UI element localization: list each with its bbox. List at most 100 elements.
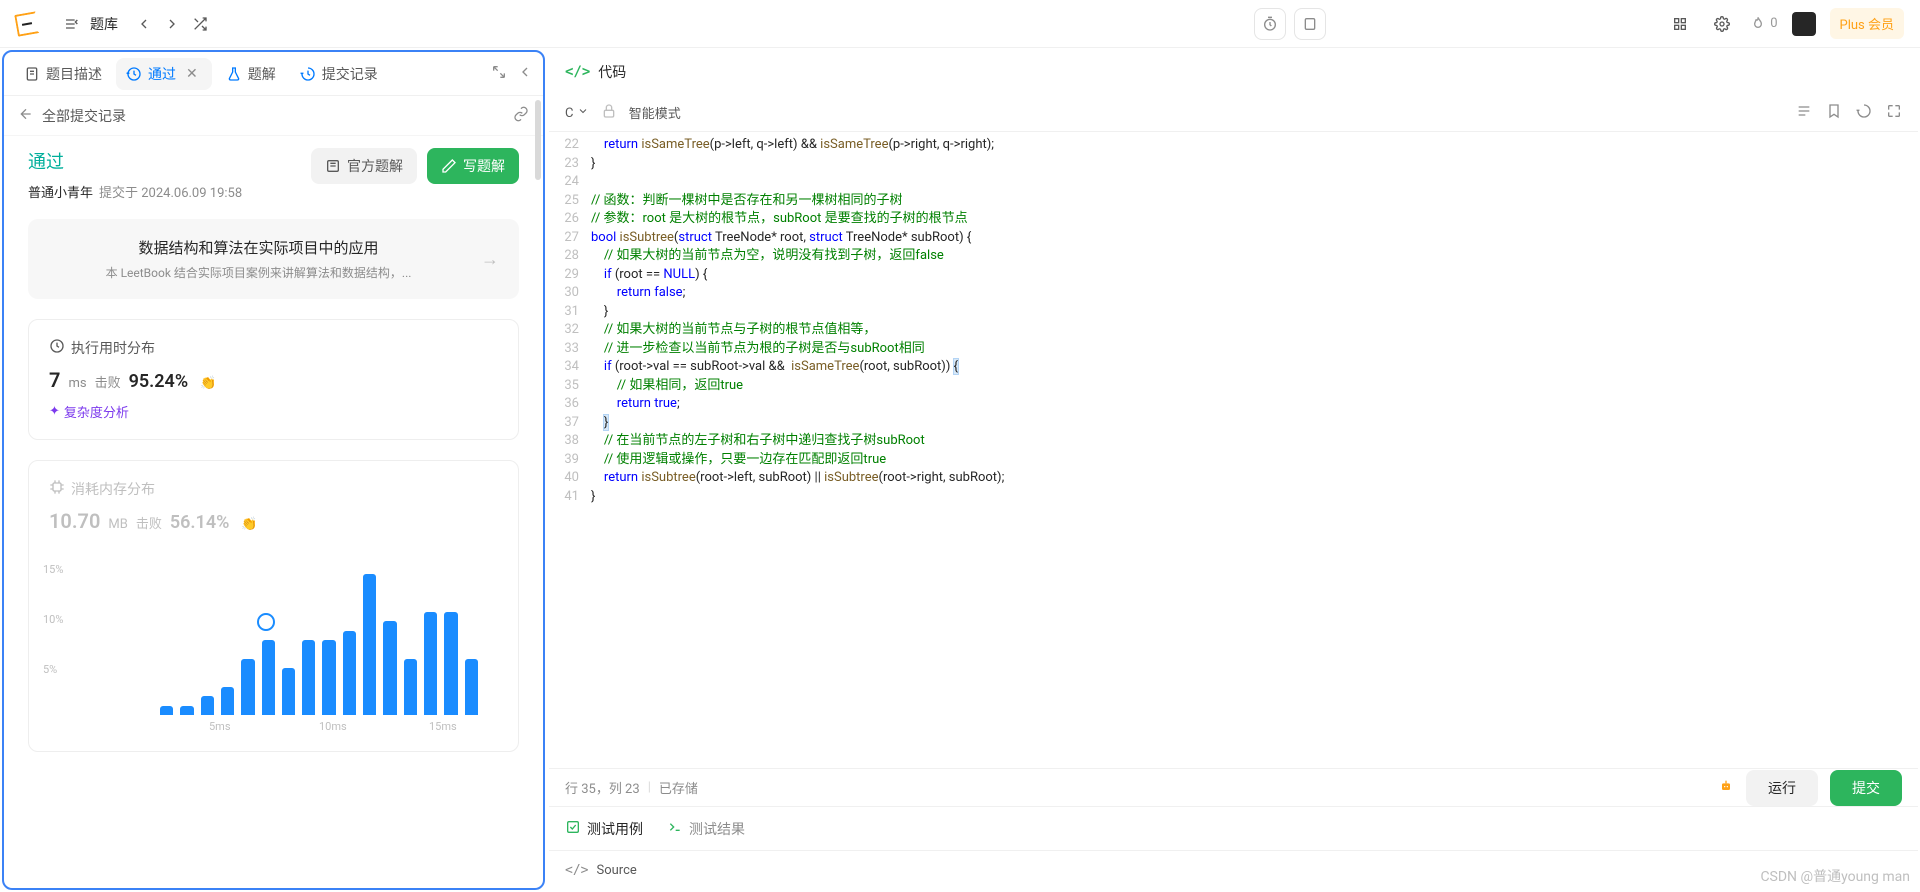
terminal-icon	[667, 819, 683, 839]
chart-bar	[444, 612, 457, 715]
chart-bar	[343, 631, 356, 715]
promo-title: 数据结构和算法在实际项目中的应用	[48, 237, 469, 258]
chart-bar	[160, 706, 173, 715]
tab-description[interactable]: 题目描述	[14, 58, 112, 90]
arrow-right-icon: →	[481, 249, 499, 270]
runtime-beat-pct: 95.24%	[129, 371, 189, 392]
ai-assistant-icon[interactable]	[1718, 778, 1734, 798]
run-button[interactable]: 运行	[1746, 770, 1818, 806]
source-label: Source	[596, 863, 636, 878]
plus-membership-button[interactable]: Plus 会员	[1830, 8, 1904, 39]
list-icon[interactable]	[58, 10, 86, 38]
streak-counter[interactable]: 0	[1750, 16, 1777, 32]
source-row[interactable]: </> Source	[549, 850, 1918, 890]
close-icon[interactable]: ✕	[182, 66, 202, 82]
fullscreen-icon[interactable]	[1886, 103, 1902, 123]
chart-bar	[404, 659, 417, 715]
promo-subtitle: 本 LeetBook 结合实际项目案例来讲解算法和数据结构，...	[48, 264, 469, 281]
back-icon[interactable]	[18, 106, 34, 126]
tab-label: 提交记录	[322, 64, 378, 84]
history-icon	[126, 66, 142, 82]
chart-bar	[180, 706, 193, 715]
tab-test-cases[interactable]: 测试用例	[565, 819, 643, 839]
problem-bank-link[interactable]: 题库	[90, 14, 118, 34]
leetbook-promo[interactable]: 数据结构和算法在实际项目中的应用 本 LeetBook 结合实际项目案例来讲解算…	[28, 219, 519, 299]
bookmark-icon[interactable]	[1826, 103, 1842, 123]
tab-label: 题目描述	[46, 64, 102, 84]
memory-value: 10.70	[49, 509, 100, 533]
prev-icon[interactable]	[130, 10, 158, 38]
submit-button[interactable]: 提交	[1830, 770, 1902, 806]
username[interactable]: 普通小青年	[28, 182, 93, 201]
history-icon	[300, 66, 316, 82]
chart-bar	[424, 612, 437, 715]
left-tabs: 题目描述 通过 ✕ 题解 提交记录	[4, 52, 543, 96]
link-icon[interactable]	[513, 106, 529, 126]
settings-icon[interactable]	[1708, 10, 1736, 38]
top-right-controls: 0 Plus 会员	[1666, 8, 1904, 39]
write-solution-button[interactable]: 写题解	[427, 148, 519, 184]
tab-pass[interactable]: 通过 ✕	[116, 58, 212, 90]
memory-distribution-chart: 15% 10% 5% 5ms 10ms 15ms	[49, 553, 498, 733]
runtime-beat-label: 击败	[95, 372, 121, 391]
breadcrumb-row: 全部提交记录	[4, 96, 543, 136]
editor-status-bar: 行 35，列 23 | 已存储 运行 提交	[549, 768, 1918, 806]
chart-bar	[322, 640, 335, 715]
watermark: CSDN @普通young man	[1760, 866, 1910, 886]
clap-icon: 👏	[241, 517, 257, 532]
check-icon	[565, 819, 581, 839]
chart-bar	[465, 659, 478, 715]
notes-icon[interactable]	[1294, 8, 1326, 40]
leetcode-logo[interactable]	[16, 13, 38, 35]
user-avatar[interactable]	[1792, 12, 1816, 36]
code-icon: </>	[565, 64, 590, 80]
expand-icon[interactable]	[491, 64, 507, 84]
complexity-analysis-link[interactable]: ✦ 复杂度分析	[49, 402, 498, 421]
chart-bar	[241, 659, 254, 715]
runtime-card: 执行用时分布 7 ms 击败 95.24% 👏 ✦ 复杂度分析	[28, 319, 519, 440]
code-editor[interactable]: 2223242526272829303132333435363738394041…	[549, 132, 1918, 768]
tab-solution[interactable]: 题解	[216, 58, 286, 90]
save-status: 已存储	[659, 778, 698, 797]
top-center-controls	[1254, 8, 1326, 40]
scrollbar[interactable]	[535, 96, 541, 886]
reset-icon[interactable]	[1856, 103, 1872, 123]
lock-icon	[601, 103, 617, 123]
tab-label: 通过	[148, 64, 176, 84]
runtime-unit: ms	[68, 376, 86, 391]
clap-icon: 👏	[200, 376, 216, 391]
code-header-label: 代码	[598, 62, 626, 82]
editor-mode[interactable]: 智能模式	[629, 103, 681, 122]
chart-bar	[221, 687, 234, 715]
language-selector[interactable]: C	[565, 105, 589, 121]
left-panel: 题目描述 通过 ✕ 题解 提交记录 全部提交记录	[2, 50, 545, 890]
tab-label: 题解	[248, 64, 276, 84]
next-icon[interactable]	[158, 10, 186, 38]
shuffle-icon[interactable]	[186, 10, 214, 38]
flask-icon	[226, 66, 242, 82]
official-solution-button[interactable]: 官方题解	[311, 148, 417, 184]
runtime-title: 执行用时分布	[71, 338, 155, 358]
chart-bar	[363, 574, 376, 715]
chart-bar	[383, 621, 396, 715]
chart-bar	[201, 696, 214, 715]
code-header: </> 代码	[549, 50, 1918, 94]
tab-test-results[interactable]: 测试结果	[667, 819, 745, 839]
code-toolbar: C 智能模式	[549, 94, 1918, 132]
test-tabs: 测试用例 测试结果	[549, 806, 1918, 850]
memory-title: 消耗内存分布	[71, 479, 155, 499]
clock-icon	[49, 338, 65, 358]
format-icon[interactable]	[1796, 103, 1812, 123]
chart-cursor-indicator	[257, 613, 275, 631]
submission-status: 通过	[28, 148, 311, 174]
chart-bar	[302, 640, 315, 715]
breadcrumb-label[interactable]: 全部提交记录	[42, 106, 126, 126]
tab-submissions[interactable]: 提交记录	[290, 58, 388, 90]
runtime-value: 7	[49, 368, 60, 392]
apps-icon[interactable]	[1666, 10, 1694, 38]
timer-icon[interactable]	[1254, 8, 1286, 40]
chip-icon	[49, 479, 65, 499]
collapse-left-icon[interactable]	[517, 64, 533, 84]
document-icon	[24, 66, 40, 82]
top-bar: 题库 0 Plus 会员	[0, 0, 1920, 48]
